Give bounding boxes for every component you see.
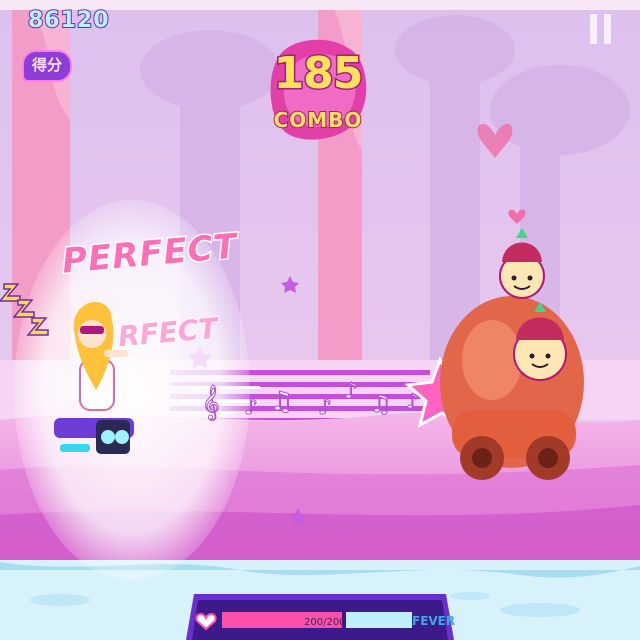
svg-text:♪: ♪ — [344, 379, 358, 404]
pause-icon — [590, 14, 597, 44]
combo-label: COMBO — [273, 107, 363, 133]
fever-label: FEVER — [412, 614, 456, 628]
svg-text:♫: ♫ — [270, 387, 293, 417]
svg-text:♪: ♪ — [406, 389, 419, 413]
combo-display: 185 COMBO — [268, 38, 368, 148]
score-value: 86120 — [27, 7, 110, 34]
score-badge: 得分 — [22, 50, 72, 82]
hp-value: 200/200 — [304, 617, 346, 628]
music-note-icon: 𝄞 ♪ ♫ ♪ ♪ ♫ ♪ — [202, 379, 420, 422]
svg-text:♪: ♪ — [244, 395, 258, 420]
svg-text:♫: ♫ — [370, 390, 392, 418]
combo-count: 185 — [272, 47, 365, 101]
svg-text:♪: ♪ — [318, 395, 332, 420]
pause-button[interactable] — [590, 14, 612, 44]
svg-text:𝄞: 𝄞 — [202, 385, 220, 421]
